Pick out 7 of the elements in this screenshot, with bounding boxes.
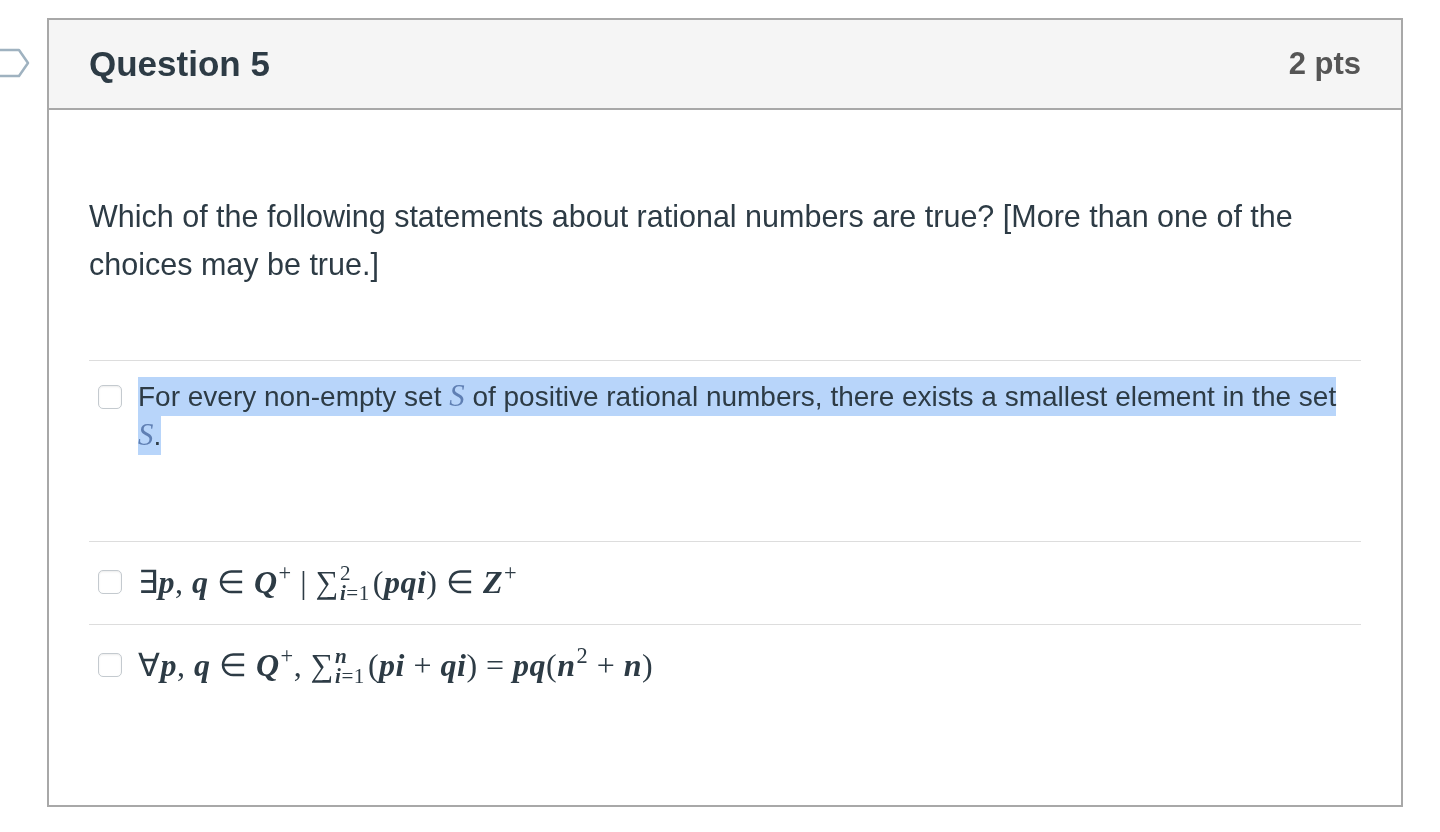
question-title: Question 5 <box>89 44 270 84</box>
question-text: Which of the following statements about rational numbers are true? [More than one of the choices may be true.] <box>89 198 1294 284</box>
tag-icon[interactable] <box>0 48 30 78</box>
points-label: 2 pts <box>1288 46 1361 82</box>
checkbox[interactable] <box>98 570 122 594</box>
checkbox[interactable] <box>98 653 122 678</box>
checkbox[interactable] <box>98 385 122 409</box>
